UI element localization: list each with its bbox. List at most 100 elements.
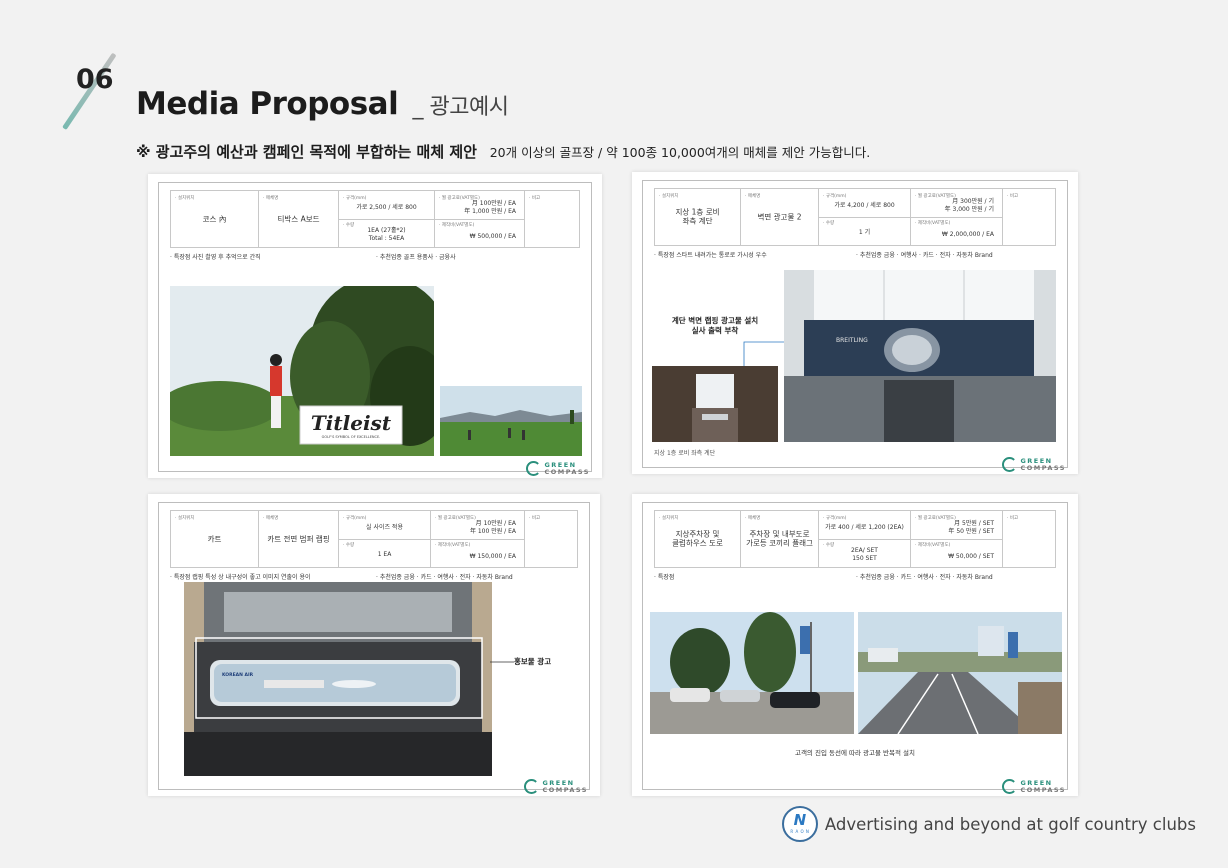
stairs-wall-ad-photo: BREITLING <box>784 270 1056 442</box>
stairs-callout: 계단 벽면 랩핑 광고물 설치 실사 출력 부착 <box>671 316 759 336</box>
label-location: · 설치위치 <box>659 194 679 199</box>
label-note: · 비고 <box>1007 516 1019 521</box>
label-production-fee: · 제작비(VAT별도) <box>915 221 951 226</box>
value-location: 코스 內 <box>202 214 227 224</box>
label-production-fee: · 제작비(VAT별도) <box>435 543 471 548</box>
fairway-photo <box>440 386 582 456</box>
value-production-fee: ₩ 500,000 / EA <box>469 233 516 240</box>
titleist-logo: Titleist <box>311 411 392 435</box>
logo-word-compass: COMPASS <box>544 467 590 476</box>
value-size: 가로 2,500 / 세로 800 <box>356 204 417 211</box>
media-card-tee-box: · 설치위치코스 內 · 매체명티박스 A보드 · 규격(mm) 가로 2,50… <box>148 174 602 478</box>
value-monthly-fee: 月 300만원 / 기 年 3,000 만원 / 기 <box>944 198 994 213</box>
green-compass-logo: GREEN COMPASS <box>526 461 590 476</box>
compass-icon <box>526 461 542 476</box>
value-qty: 1EA (27홀*2) Total : 54EA <box>367 227 406 242</box>
value-location: 카트 <box>207 534 222 544</box>
spec-table: · 설치위치카트 · 매체명카트 전면 범퍼 랩핑 · 규격(mm) 실 사이즈… <box>170 510 578 568</box>
label-location: · 설치위치 <box>659 516 679 521</box>
value-media: 주차장 및 내부도로 가로등 코끼리 플래그 <box>746 529 813 548</box>
label-note: · 비고 <box>529 516 541 521</box>
industries-line: · 추천업종 금융 · 카드 · 여행사 · 전자 · 자동차 Brand <box>376 574 513 581</box>
value-location: 지상 1층 로비 좌측 계단 <box>675 207 720 226</box>
value-size: 가로 400 / 세로 1,200 (2EA) <box>825 524 904 531</box>
clubhouse-road-photo <box>858 612 1062 734</box>
spec-table: · 설치위치지상 1층 로비 좌측 계단 · 매체명벽면 광고물 2 · 규격(… <box>654 188 1056 246</box>
value-location: 지상주차장 및 클럽하우스 도로 <box>672 529 723 548</box>
value-monthly-fee: 月 5만원 / SET 年 50 만원 / SET <box>948 520 994 535</box>
label-size: · 규격(mm) <box>343 196 367 201</box>
compass-icon <box>524 779 540 794</box>
stairs-caption: 지상 1층 로비 좌측 계단 <box>654 450 716 457</box>
value-media: 티박스 A보드 <box>277 214 320 224</box>
spec-table: · 설치위치코스 內 · 매체명티박스 A보드 · 규격(mm) 가로 2,50… <box>170 190 580 248</box>
golf-cart-photo: KOREAN AIR <box>184 582 492 776</box>
label-location: · 설치위치 <box>175 516 195 521</box>
industries-line: · 추천업종 골프 용품사 · 금융사 <box>376 254 456 261</box>
green-compass-logo: GREEN COMPASS <box>1002 457 1066 472</box>
label-media: · 매체명 <box>745 194 761 199</box>
label-media: · 매체명 <box>745 516 761 521</box>
compass-icon <box>1002 457 1018 472</box>
page-title-main: Media Proposal <box>136 86 399 122</box>
label-media: · 매체명 <box>263 196 279 201</box>
titleist-tagline: GOLF'S SYMBOL OF EXCELLENCE. <box>322 435 381 439</box>
logo-word-compass: COMPASS <box>1020 785 1066 794</box>
value-qty: 1 기 <box>858 229 871 236</box>
callout-line <box>490 661 514 663</box>
industries-line: · 추천업종 금융 · 카드 · 여행사 · 전자 · 자동차 Brand <box>856 574 993 581</box>
value-monthly-fee: 月 10만원 / EA 年 100 만원 / EA <box>469 520 516 535</box>
value-size: 가로 4,200 / 세로 800 <box>834 202 895 209</box>
label-qty: · 수량 <box>343 543 355 548</box>
cart-callout: 홍보물 광고 <box>514 657 552 666</box>
value-qty: 1 EA <box>377 551 392 558</box>
label-location: · 설치위치 <box>175 196 195 201</box>
korean-air-logo: KOREAN AIR <box>222 672 254 678</box>
value-media: 벽면 광고물 2 <box>757 212 802 222</box>
subtitle-bold: ※ 광고주의 예산과 캠페인 목적에 부합하는 매체 제안 <box>136 143 477 161</box>
section-number: 06 <box>76 64 114 95</box>
logo-word-compass: COMPASS <box>542 785 588 794</box>
tee-box-golfer-photo: Titleist GOLF'S SYMBOL OF EXCELLENCE. <box>170 286 434 456</box>
footer: N R A O N Advertising and beyond at golf… <box>781 806 1196 842</box>
subtitle-description: 20개 이상의 골프장 / 약 100종 10,000여개의 매체를 제안 가능… <box>489 145 871 160</box>
industries-line: · 추천업종 금융 · 여행사 · 카드 · 전자 · 자동차 Brand <box>856 252 993 259</box>
page-title-suffix: _ 광고예시 <box>412 95 509 120</box>
label-production-fee: · 제작비(VAT별도) <box>439 223 475 228</box>
features-line: · 특장점 <box>654 574 675 581</box>
value-production-fee: ₩ 2,000,000 / EA <box>941 231 994 238</box>
page-title: Media Proposal _ 광고예시 <box>136 86 509 122</box>
value-production-fee: ₩ 50,000 / SET <box>948 553 994 560</box>
features-line: · 특장점 사진 촬영 후 추억으로 간직 <box>170 254 261 261</box>
label-size: · 규격(mm) <box>823 194 847 199</box>
parking-lot-photo <box>650 612 854 734</box>
media-card-cart-bumper: · 설치위치카트 · 매체명카트 전면 범퍼 랩핑 · 규격(mm) 실 사이즈… <box>148 494 600 796</box>
value-production-fee: ₩ 150,000 / EA <box>469 553 516 560</box>
raon-logo: N R A O N <box>781 806 818 842</box>
stairs-wide-photo <box>652 366 778 442</box>
media-card-streetlight-flags: · 설치위치지상주차장 및 클럽하우스 도로 · 매체명주차장 및 내부도로 가… <box>632 494 1078 796</box>
green-compass-logo: GREEN COMPASS <box>524 779 588 794</box>
features-line: · 특장점 스타트 내려가는 통로로 가시성 우수 <box>654 252 767 259</box>
compass-icon <box>1002 779 1018 794</box>
spec-table: · 설치위치지상주차장 및 클럽하우스 도로 · 매체명주차장 및 내부도로 가… <box>654 510 1056 568</box>
features-line: · 특장점 랩핑 특성 상 내구성이 좋고 이미지 연출이 용이 <box>170 574 311 581</box>
logo-word-compass: COMPASS <box>1020 463 1066 472</box>
label-qty: · 수량 <box>823 221 835 226</box>
raon-letter: N <box>793 811 807 829</box>
value-qty: 2EA/ SET 150 SET <box>851 547 878 562</box>
label-size: · 규격(mm) <box>343 516 367 521</box>
label-media: · 매체명 <box>263 516 279 521</box>
value-size: 실 사이즈 적용 <box>366 524 403 531</box>
footer-slogan: Advertising and beyond at golf country c… <box>824 814 1196 834</box>
label-note: · 비고 <box>529 196 541 201</box>
raon-text: R A O N <box>790 829 810 834</box>
breitling-logo: BREITLING <box>836 337 868 344</box>
media-card-lobby-stairs: · 설치위치지상 1층 로비 좌측 계단 · 매체명벽면 광고물 2 · 규격(… <box>632 172 1078 474</box>
label-note: · 비고 <box>1007 194 1019 199</box>
flags-caption: 고객의 진입 동선에 따라 광고물 반복적 설치 <box>794 749 916 757</box>
value-media: 카트 전면 범퍼 랩핑 <box>267 534 330 544</box>
green-compass-logo: GREEN COMPASS <box>1002 779 1066 794</box>
value-monthly-fee: 月 100만원 / EA 年 1,000 만원 / EA <box>464 200 516 215</box>
label-production-fee: · 제작비(VAT별도) <box>915 543 951 548</box>
